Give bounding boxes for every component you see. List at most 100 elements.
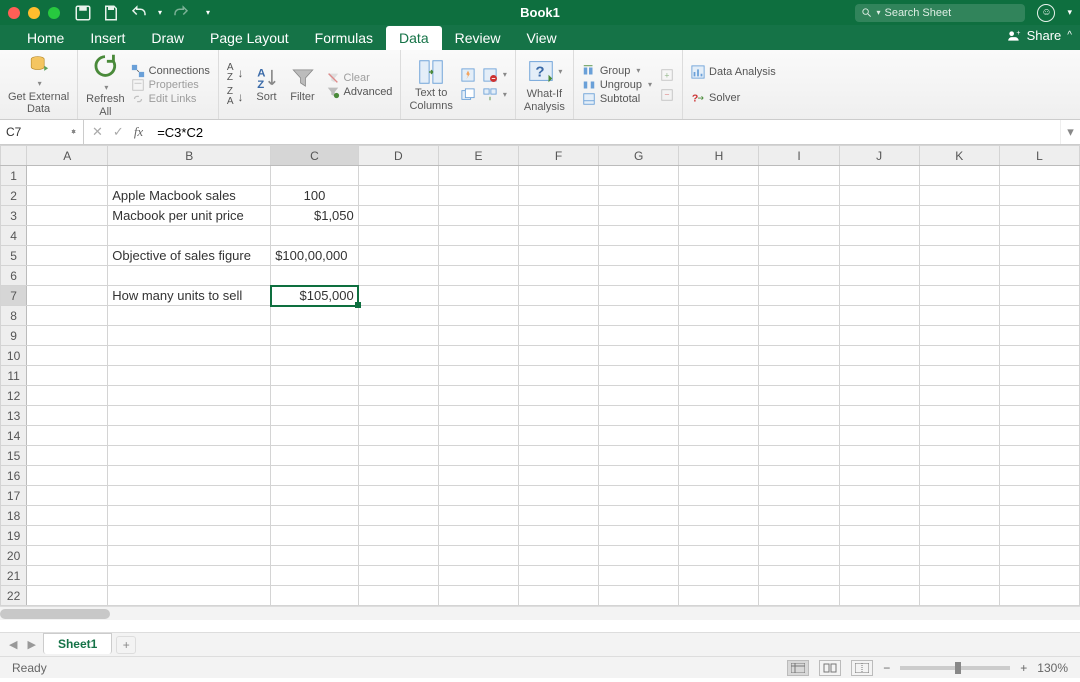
column-header[interactable]: J — [839, 146, 919, 166]
cell[interactable] — [919, 226, 999, 246]
cell[interactable] — [358, 186, 438, 206]
cell[interactable] — [599, 506, 679, 526]
save-icon[interactable] — [102, 4, 120, 22]
cell[interactable] — [999, 406, 1079, 426]
cell[interactable] — [919, 366, 999, 386]
row-header[interactable]: 18 — [1, 506, 27, 526]
row-header[interactable]: 19 — [1, 526, 27, 546]
cell[interactable] — [679, 346, 759, 366]
row-header[interactable]: 14 — [1, 426, 27, 446]
cell[interactable] — [271, 586, 359, 606]
cell[interactable] — [599, 526, 679, 546]
cell[interactable] — [999, 286, 1079, 306]
cell[interactable] — [999, 526, 1079, 546]
cell[interactable] — [27, 466, 108, 486]
cell[interactable] — [438, 306, 518, 326]
column-header[interactable]: G — [599, 146, 679, 166]
cell[interactable] — [999, 446, 1079, 466]
cell[interactable] — [27, 246, 108, 266]
advanced-filter-button[interactable]: Advanced — [326, 85, 393, 99]
cell[interactable] — [27, 346, 108, 366]
cell[interactable] — [599, 486, 679, 506]
cell[interactable] — [438, 326, 518, 346]
cell[interactable] — [108, 566, 271, 586]
cell[interactable] — [438, 166, 518, 186]
cell[interactable] — [679, 586, 759, 606]
page-break-view-button[interactable] — [851, 660, 873, 676]
cell[interactable] — [919, 286, 999, 306]
cell[interactable] — [108, 306, 271, 326]
cell[interactable] — [27, 186, 108, 206]
cell[interactable] — [108, 526, 271, 546]
maximize-window-button[interactable] — [48, 7, 60, 19]
cell[interactable]: Macbook per unit price — [108, 206, 271, 226]
cell[interactable] — [519, 386, 599, 406]
title-caret[interactable]: ▾ — [1067, 7, 1072, 18]
cell[interactable] — [919, 266, 999, 286]
cell[interactable] — [358, 566, 438, 586]
cell[interactable]: How many units to sell — [108, 286, 271, 306]
tab-page-layout[interactable]: Page Layout — [197, 26, 302, 50]
cell[interactable] — [358, 406, 438, 426]
autosave-icon[interactable] — [74, 4, 92, 22]
cell[interactable] — [358, 306, 438, 326]
cell[interactable] — [519, 306, 599, 326]
cell[interactable] — [108, 366, 271, 386]
show-detail-button[interactable]: + — [660, 68, 674, 82]
cell[interactable]: $105,000 — [271, 286, 359, 306]
cell[interactable] — [999, 586, 1079, 606]
cell[interactable] — [438, 206, 518, 226]
cell[interactable] — [27, 406, 108, 426]
cell[interactable] — [839, 366, 919, 386]
row-header[interactable]: 5 — [1, 246, 27, 266]
cell[interactable] — [599, 426, 679, 446]
cell[interactable] — [919, 486, 999, 506]
cell[interactable] — [599, 186, 679, 206]
share-button[interactable]: + Share ^ — [1007, 28, 1072, 43]
cell[interactable] — [919, 426, 999, 446]
cell[interactable] — [271, 166, 359, 186]
cell[interactable] — [271, 446, 359, 466]
cell[interactable] — [438, 426, 518, 446]
cell[interactable] — [759, 286, 839, 306]
column-header[interactable]: H — [679, 146, 759, 166]
group-button[interactable]: Group — [582, 64, 641, 78]
cell[interactable] — [839, 526, 919, 546]
cell[interactable] — [919, 446, 999, 466]
worksheet-grid[interactable]: ABCDEFGHIJKL 12Apple Macbook sales1003Ma… — [0, 145, 1080, 632]
cell[interactable] — [679, 566, 759, 586]
cell[interactable] — [27, 506, 108, 526]
cell[interactable] — [271, 466, 359, 486]
filter-button[interactable]: Filter — [290, 65, 316, 103]
cell[interactable] — [358, 326, 438, 346]
cell[interactable] — [999, 426, 1079, 446]
cell[interactable] — [679, 366, 759, 386]
cell[interactable] — [358, 506, 438, 526]
cell[interactable] — [919, 346, 999, 366]
undo-dropdown[interactable]: ▾ — [158, 8, 162, 17]
cell[interactable] — [679, 406, 759, 426]
cell[interactable] — [519, 186, 599, 206]
cell[interactable] — [27, 586, 108, 606]
ungroup-button[interactable]: Ungroup — [582, 78, 652, 92]
cell[interactable] — [759, 486, 839, 506]
cell[interactable] — [679, 486, 759, 506]
cell[interactable] — [919, 386, 999, 406]
cell[interactable] — [438, 266, 518, 286]
cell[interactable] — [599, 366, 679, 386]
cell[interactable] — [999, 346, 1079, 366]
accept-formula-icon[interactable]: ✓ — [113, 124, 124, 140]
cell[interactable] — [519, 226, 599, 246]
column-header[interactable]: D — [358, 146, 438, 166]
refresh-all-button[interactable]: Refresh All — [86, 51, 125, 117]
add-sheet-button[interactable]: + — [116, 636, 136, 654]
cell[interactable] — [919, 326, 999, 346]
cell[interactable] — [679, 246, 759, 266]
row-header[interactable]: 7 — [1, 286, 27, 306]
cell[interactable] — [759, 226, 839, 246]
row-header[interactable]: 1 — [1, 166, 27, 186]
cell[interactable] — [839, 446, 919, 466]
cell[interactable] — [759, 546, 839, 566]
cell[interactable] — [519, 566, 599, 586]
cell[interactable] — [679, 386, 759, 406]
